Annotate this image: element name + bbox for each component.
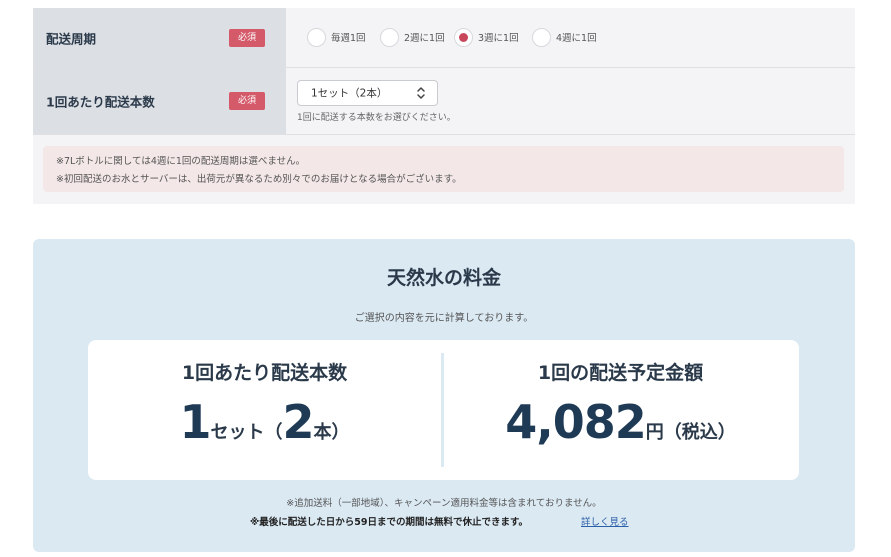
delivery-cycle-row: 配送周期 必須 毎週1回 2週に1回 3週に1回 4週に1回 (33, 8, 855, 68)
water-pricing-section: 天然水の料金 ご選択の内容を元に計算しております。 1回あたり配送本数 1セット… (33, 239, 855, 552)
paren-open: （ (264, 422, 283, 443)
bottles-select-value: 1セット（2本） (311, 87, 388, 100)
select-chevron-icon (417, 87, 425, 99)
radio-every-3-weeks[interactable]: 3週に1回 (454, 27, 519, 47)
bottles-summary-value: 1セット（2本） (88, 395, 441, 449)
radio-label-weekly: 毎週1回 (331, 33, 366, 44)
price-summary-heading: 1回の配送予定金額 (537, 362, 704, 384)
radio-circle[interactable] (532, 27, 551, 47)
delivery-cycle-label: 配送周期 (46, 31, 97, 46)
pricing-title: 天然水の料金 (386, 267, 501, 289)
bottles-help-text: 1回に配送する本数をお選びください。 (297, 113, 456, 123)
radio-every-2-weeks[interactable]: 2週に1回 (380, 27, 445, 47)
notice-line: ※7Lボトルに関しては4週に1回の配送周期は選べません。 (56, 156, 306, 167)
paren-close: ） (331, 422, 350, 443)
pricing-footnote-pause: ※最後に配送した日から59日までの期間は無料で休止できます。 (250, 517, 529, 528)
pricing-footnote-shipping: ※追加送料（一部地域）、キャンペーン適用料金等は含まれておりません。 (286, 498, 602, 509)
bottles-summary: 1回あたり配送本数 1セット（2本） (88, 340, 441, 480)
radio-label-every-3-weeks: 3週に1回 (478, 33, 519, 44)
bottles-per-delivery-label: 1回あたり配送本数 (46, 94, 155, 110)
price-summary-value: 4,082円（税込） (444, 395, 797, 449)
bottles-select-cell: 1セット（2本） 1回に配送する本数をお選びください。 (286, 68, 855, 134)
delivery-notice: ※7Lボトルに関しては4週に1回の配送周期は選べません。 ※初回配送のお水とサー… (43, 146, 844, 192)
radio-weekly[interactable]: 毎週1回 (307, 27, 366, 47)
currency-unit: 円 (645, 422, 664, 443)
sets-count: 1 (179, 395, 211, 449)
details-link[interactable]: 詳しく見る (581, 514, 629, 528)
radio-label-every-4-weeks: 4週に1回 (556, 33, 597, 44)
bottles-summary-heading: 1回あたり配送本数 (181, 362, 348, 384)
price-summary: 1回の配送予定金額 4,082円（税込） (444, 340, 797, 480)
bottles-label-cell: 1回あたり配送本数 必須 (33, 68, 286, 134)
radio-circle-selected[interactable] (454, 27, 473, 47)
delivery-cycle-label-cell: 配送周期 必須 (33, 8, 286, 67)
bottles-select[interactable]: 1セット（2本） (297, 80, 438, 106)
price-amount: 4,082 (505, 395, 647, 449)
tax-note: （税込） (663, 422, 736, 443)
radio-circle[interactable] (380, 27, 399, 47)
radio-circle[interactable] (307, 27, 326, 47)
required-badge: 必須 (229, 28, 265, 47)
radio-every-4-weeks[interactable]: 4週に1回 (532, 27, 597, 47)
required-badge: 必須 (229, 92, 265, 110)
bottles-count: 2 (282, 395, 315, 449)
sets-unit: セット (210, 422, 265, 443)
pricing-subtitle: ご選択の内容を元に計算しております。 (354, 313, 534, 324)
bottles-per-delivery-row: 1回あたり配送本数 必須 1セット（2本） 1回に配送する本数をお選びください。 (33, 68, 855, 135)
bottles-unit: 本 (313, 422, 332, 443)
radio-label-every-2-weeks: 2週に1回 (404, 33, 445, 44)
delivery-cycle-options: 毎週1回 2週に1回 3週に1回 4週に1回 (286, 8, 855, 67)
pricing-summary-card: 1回あたり配送本数 1セット（2本） 1回の配送予定金額 4,082円（税込） (88, 340, 799, 480)
delivery-form: 配送周期 必須 毎週1回 2週に1回 3週に1回 4週に1回 1回あたり配送本数… (33, 8, 855, 204)
notice-line: ※初回配送のお水とサーバーは、出荷元が異なるため別々でのお届けとなる場合がござい… (56, 174, 462, 185)
